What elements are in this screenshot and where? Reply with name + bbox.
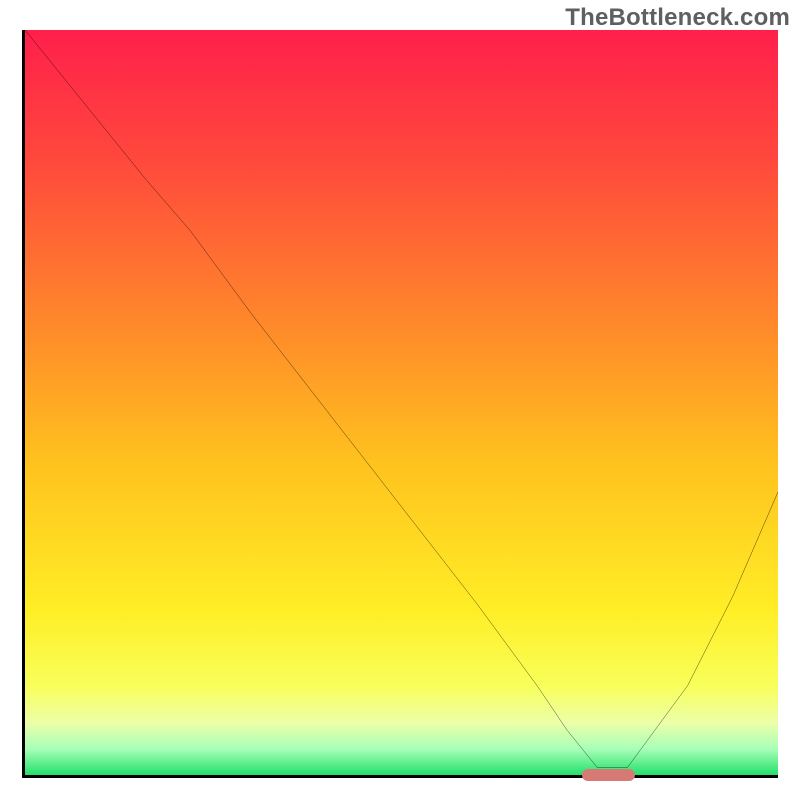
plot-area [22,30,778,778]
chart-frame: TheBottleneck.com [0,0,800,800]
watermark-text: TheBottleneck.com [565,4,790,32]
optimal-range-marker [582,769,635,781]
bottleneck-curve [25,30,778,775]
